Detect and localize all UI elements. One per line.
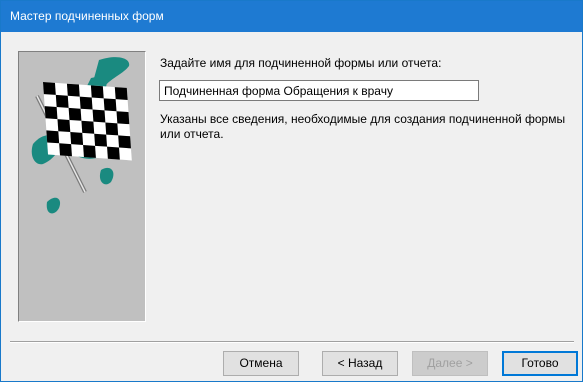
cancel-button[interactable]: Отмена (223, 351, 299, 376)
next-button[interactable]: Далее > (412, 351, 488, 376)
finish-button[interactable]: Готово (502, 351, 578, 376)
info-text: Указаны все сведения, необходимые для со… (160, 112, 566, 141)
subform-name-input[interactable] (159, 80, 479, 101)
window-title: Мастер подчиненных форм (10, 9, 164, 23)
subform-wizard-dialog: Мастер подчиненных форм Задайте имя для … (0, 0, 583, 382)
wizard-picture (18, 51, 146, 322)
title-bar[interactable]: Мастер подчиненных форм (1, 1, 582, 32)
back-button[interactable]: < Назад (322, 351, 398, 376)
name-prompt-label: Задайте имя для подчиненной формы или от… (160, 56, 442, 70)
footer-divider (10, 341, 574, 343)
checkered-flag-icon (31, 57, 132, 214)
